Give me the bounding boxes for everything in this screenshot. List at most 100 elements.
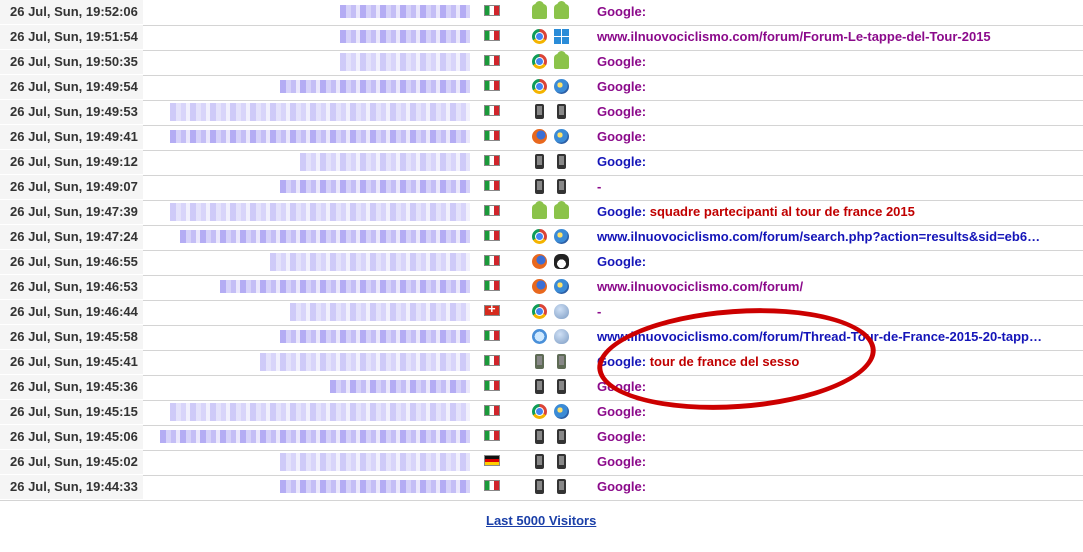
flag-it-icon bbox=[484, 5, 500, 16]
referrer[interactable]: www.ilnuovociclismo.com/forum/Forum-Le-t… bbox=[597, 25, 1083, 49]
referrer[interactable]: Google: bbox=[597, 150, 1083, 174]
phone-icon bbox=[535, 354, 544, 369]
flag-it-icon bbox=[484, 80, 500, 91]
flag-it-icon bbox=[484, 155, 500, 166]
phone-icon bbox=[557, 354, 566, 369]
referrer-link[interactable]: www.ilnuovociclismo.com/forum/Thread-Tou… bbox=[597, 329, 1042, 344]
android-icon bbox=[532, 201, 547, 219]
referrer-link[interactable]: Google: bbox=[597, 104, 646, 119]
redaction-blur bbox=[220, 280, 470, 293]
visit-time: 26 Jul, Sun, 19:50:35 bbox=[0, 50, 143, 74]
visit-time: 26 Jul, Sun, 19:47:24 bbox=[0, 225, 143, 249]
browser-os-icons bbox=[527, 100, 577, 124]
flag-it-icon bbox=[484, 330, 500, 341]
referrer[interactable]: Google: squadre partecipanti al tour de … bbox=[597, 200, 1083, 224]
linux-icon bbox=[554, 254, 569, 269]
visit-time: 26 Jul, Sun, 19:46:55 bbox=[0, 250, 143, 274]
table-row: 26 Jul, Sun, 19:49:41 Google: bbox=[0, 125, 1083, 151]
referrer-link[interactable]: Google: bbox=[597, 54, 646, 69]
country-flag-cell bbox=[479, 175, 503, 199]
referrer[interactable]: Google: bbox=[597, 100, 1083, 124]
referrer-link[interactable]: Google: bbox=[597, 429, 646, 444]
referrer[interactable]: - bbox=[597, 300, 1083, 324]
phone-icon bbox=[535, 479, 544, 494]
redacted-host bbox=[144, 75, 478, 99]
referrer-link[interactable]: Google: bbox=[597, 79, 646, 94]
redaction-blur bbox=[280, 330, 470, 343]
referrer-link[interactable]: Google: bbox=[597, 454, 646, 469]
browser-os-icons bbox=[527, 175, 577, 199]
visit-time: 26 Jul, Sun, 19:49:41 bbox=[0, 125, 143, 149]
referrer[interactable]: Google: bbox=[597, 375, 1083, 399]
referrer[interactable]: Google: bbox=[597, 450, 1083, 474]
referrer[interactable]: - bbox=[597, 175, 1083, 199]
flag-it-icon bbox=[484, 205, 500, 216]
redaction-blur bbox=[280, 80, 470, 93]
visit-time: 26 Jul, Sun, 19:45:36 bbox=[0, 375, 143, 399]
referrer[interactable]: Google: bbox=[597, 250, 1083, 274]
referrer-link[interactable]: - bbox=[597, 304, 601, 319]
redaction-blur bbox=[160, 430, 470, 443]
referrer[interactable]: www.ilnuovociclismo.com/forum/search.php… bbox=[597, 225, 1083, 249]
redaction-blur bbox=[300, 153, 470, 171]
table-row: 26 Jul, Sun, 19:45:41 Google: tour de fra… bbox=[0, 350, 1083, 376]
phone-icon bbox=[557, 454, 566, 469]
table-row: 26 Jul, Sun, 19:46:55 Google: bbox=[0, 250, 1083, 276]
phone-icon bbox=[557, 179, 566, 194]
visit-time: 26 Jul, Sun, 19:44:33 bbox=[0, 475, 143, 499]
visit-time: 26 Jul, Sun, 19:49:12 bbox=[0, 150, 143, 174]
redacted-host bbox=[144, 275, 478, 299]
referrer-link[interactable]: Google: bbox=[597, 404, 646, 419]
referrer-link[interactable]: Google: bbox=[597, 154, 646, 169]
referrer-link[interactable]: www.ilnuovociclismo.com/forum/ bbox=[597, 279, 803, 294]
referrer-link[interactable]: Google: bbox=[597, 354, 650, 369]
firefox-icon bbox=[532, 254, 547, 269]
referrer-link[interactable]: Google: bbox=[597, 254, 646, 269]
redaction-blur bbox=[170, 103, 470, 121]
referrer[interactable]: www.ilnuovociclismo.com/forum/Thread-Tou… bbox=[597, 325, 1083, 349]
redacted-host bbox=[144, 0, 478, 24]
referrer[interactable]: Google: bbox=[597, 75, 1083, 99]
phone-icon bbox=[557, 429, 566, 444]
redaction-blur bbox=[170, 403, 470, 421]
win7-icon bbox=[554, 79, 569, 94]
referrer-link[interactable]: Google: bbox=[597, 204, 650, 219]
table-row: 26 Jul, Sun, 19:49:07 - bbox=[0, 175, 1083, 201]
table-row: 26 Jul, Sun, 19:45:15 Google: bbox=[0, 400, 1083, 426]
referrer-link[interactable]: Google: bbox=[597, 129, 646, 144]
referrer[interactable]: www.ilnuovociclismo.com/forum/ bbox=[597, 275, 1083, 299]
last-5000-visitors-link[interactable]: Last 5000 Visitors bbox=[486, 513, 596, 528]
referrer-link[interactable]: Google: bbox=[597, 379, 646, 394]
browser-os-icons bbox=[527, 300, 577, 324]
referrer[interactable]: Google: bbox=[597, 400, 1083, 424]
country-flag-cell bbox=[479, 200, 503, 224]
redaction-blur bbox=[340, 53, 470, 71]
country-flag-cell bbox=[479, 50, 503, 74]
country-flag-cell bbox=[479, 300, 503, 324]
country-flag-cell bbox=[479, 475, 503, 499]
referrer-link[interactable]: Google: bbox=[597, 479, 646, 494]
referrer-link[interactable]: - bbox=[597, 179, 601, 194]
browser-os-icons bbox=[527, 50, 577, 74]
referrer[interactable]: Google: bbox=[597, 475, 1083, 499]
browser-os-icons bbox=[527, 150, 577, 174]
redaction-blur bbox=[280, 480, 470, 493]
redacted-host bbox=[144, 350, 478, 374]
referrer-link[interactable]: www.ilnuovociclismo.com/forum/search.php… bbox=[597, 229, 1040, 244]
referrer[interactable]: Google: bbox=[597, 0, 1083, 24]
referrer[interactable]: Google: tour de france del sesso bbox=[597, 350, 1083, 374]
referrer[interactable]: Google: bbox=[597, 50, 1083, 74]
redacted-host bbox=[144, 425, 478, 449]
visit-time: 26 Jul, Sun, 19:45:06 bbox=[0, 425, 143, 449]
country-flag-cell bbox=[479, 375, 503, 399]
country-flag-cell bbox=[479, 25, 503, 49]
referrer-link[interactable]: www.ilnuovociclismo.com/forum/Forum-Le-t… bbox=[597, 29, 991, 44]
country-flag-cell bbox=[479, 75, 503, 99]
redacted-host bbox=[144, 175, 478, 199]
visit-time: 26 Jul, Sun, 19:45:02 bbox=[0, 450, 143, 474]
referrer[interactable]: Google: bbox=[597, 425, 1083, 449]
visit-time: 26 Jul, Sun, 19:49:53 bbox=[0, 100, 143, 124]
referrer[interactable]: Google: bbox=[597, 125, 1083, 149]
referrer-link[interactable]: Google: bbox=[597, 4, 646, 19]
phone-icon bbox=[535, 154, 544, 169]
